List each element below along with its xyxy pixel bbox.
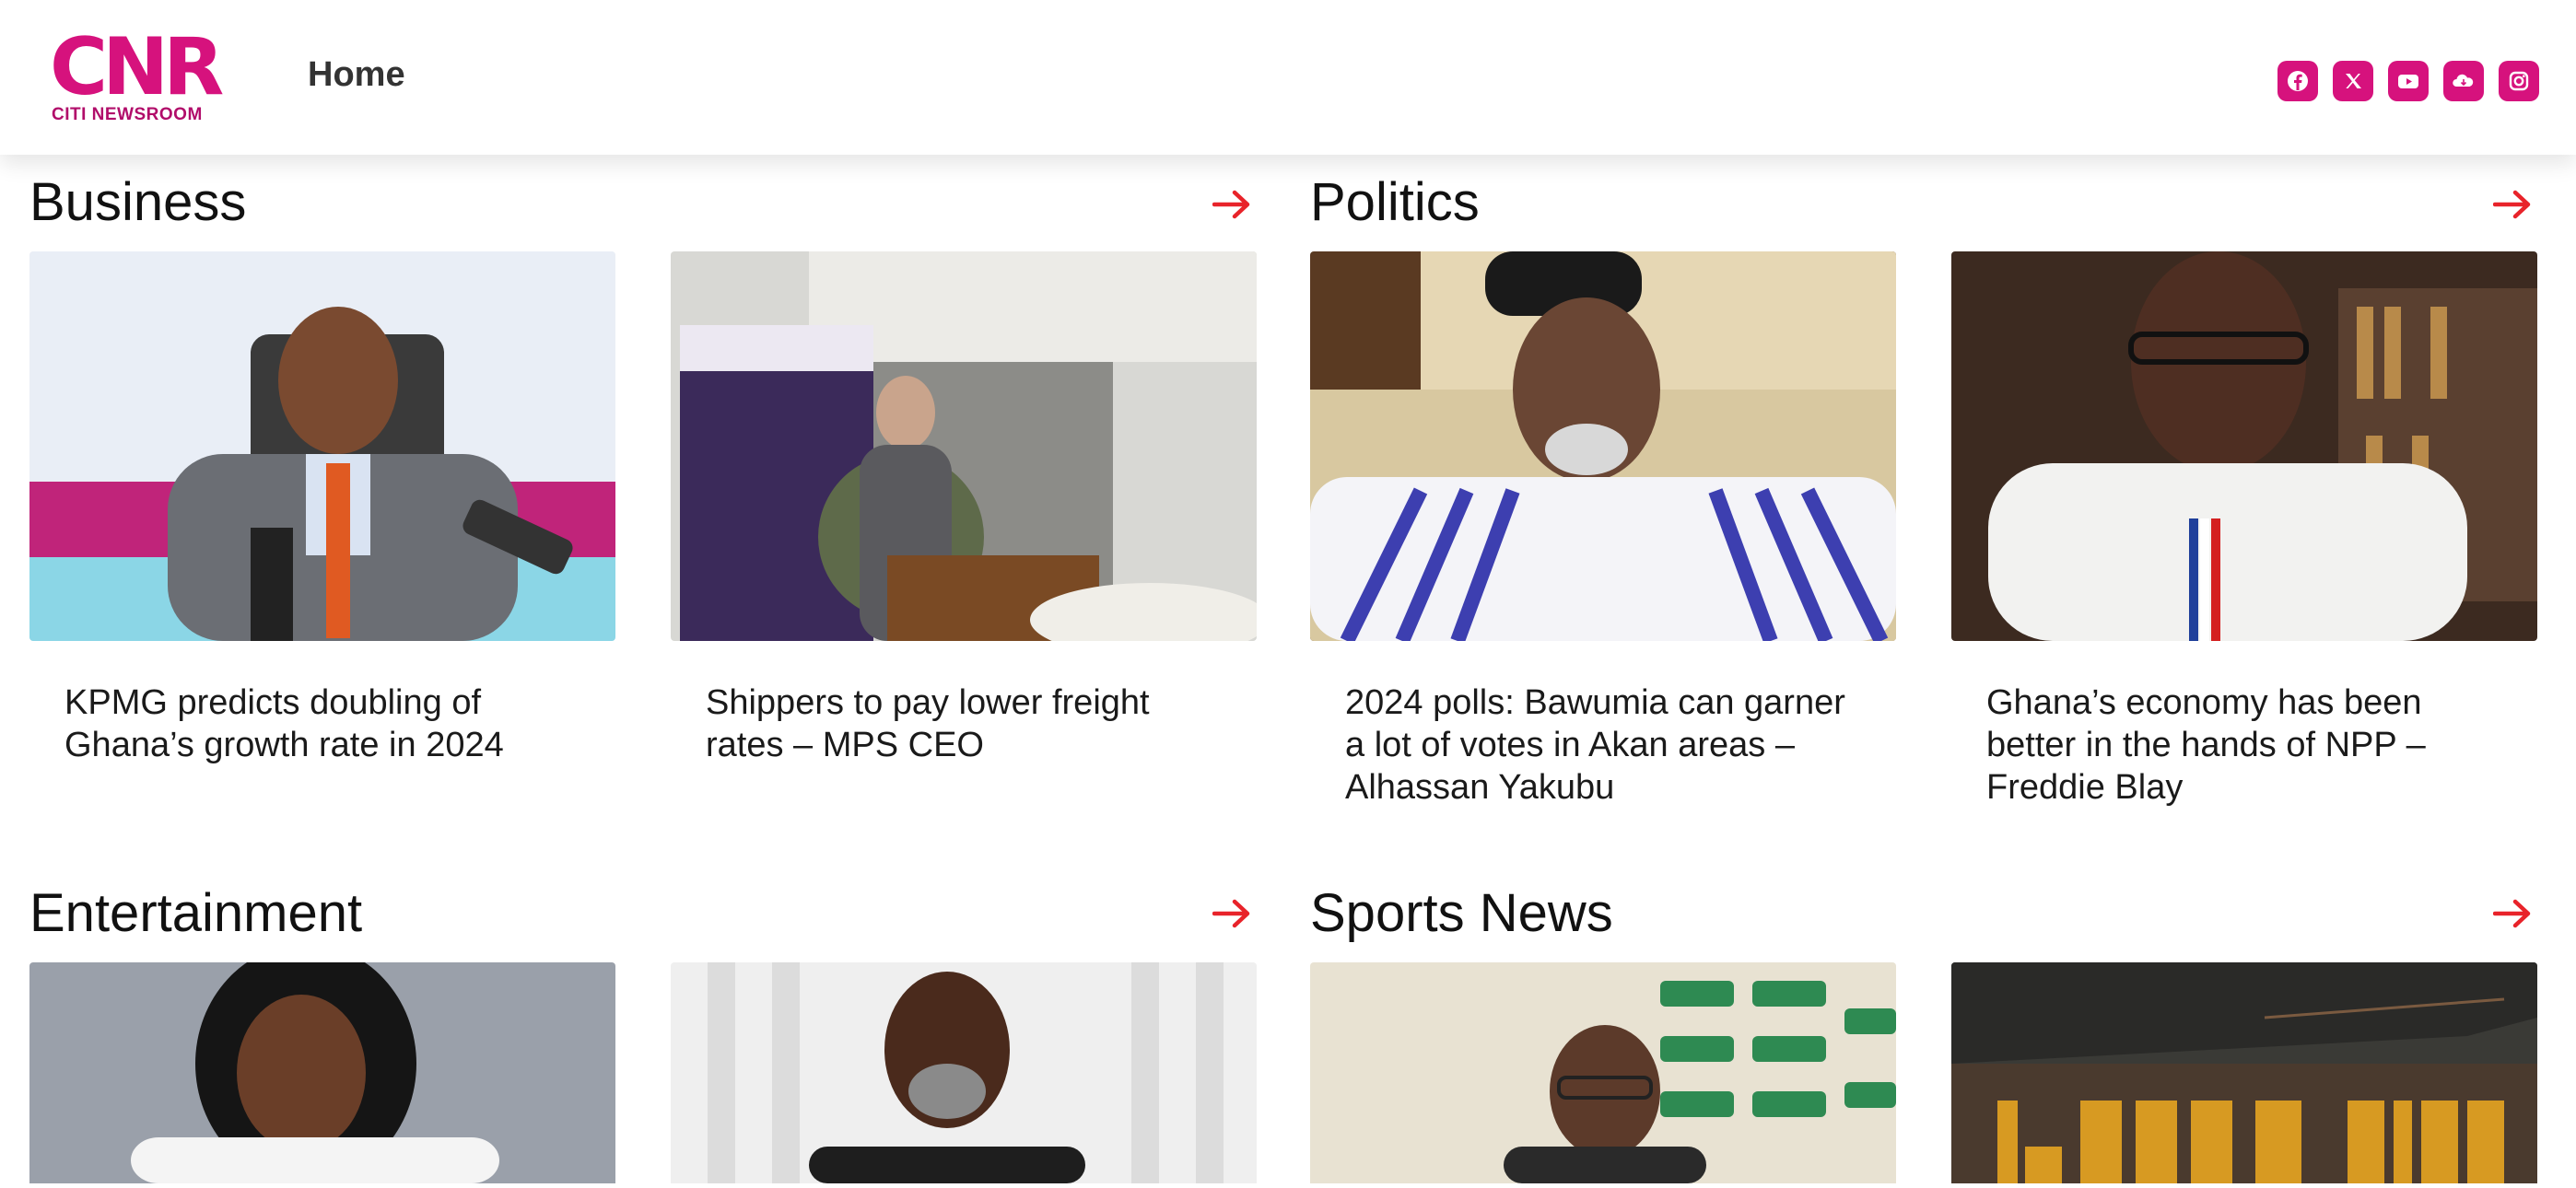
article-image[interactable] (1951, 251, 2537, 641)
article-image[interactable] (671, 251, 1257, 641)
nav-home-link[interactable]: Home (308, 55, 405, 95)
article-card[interactable]: 2024 polls: Bawumia can garner a lot of … (1310, 251, 1896, 809)
article-image[interactable] (671, 962, 1257, 1183)
article-image[interactable] (29, 962, 615, 1183)
section-title-entertainment: Entertainment (29, 883, 363, 943)
soundcloud-icon[interactable] (2443, 61, 2484, 101)
instagram-icon[interactable] (2499, 61, 2539, 101)
article-image[interactable] (1951, 962, 2537, 1183)
logo-subtitle: CITI NEWSROOM (52, 105, 203, 124)
business-more-arrow-icon[interactable] (1212, 188, 1253, 221)
article-card[interactable]: Ghana’s economy has been better in the h… (1951, 251, 2537, 809)
facebook-icon[interactable] (2277, 61, 2318, 101)
logo-mark: CNR (50, 21, 224, 113)
entertainment-more-arrow-icon[interactable] (1212, 897, 1253, 930)
section-title-sports-news: Sports News (1310, 883, 1613, 943)
article-headline[interactable]: 2024 polls: Bawumia can garner a lot of … (1345, 681, 1861, 809)
section-title-business: Business (29, 172, 247, 232)
politics-more-arrow-icon[interactable] (2493, 188, 2534, 221)
article-card[interactable] (1310, 962, 1896, 1183)
social-links (2277, 61, 2539, 101)
article-card[interactable] (1951, 962, 2537, 1183)
site-header: CNR CITI NEWSROOM Home (0, 0, 2576, 155)
x-icon[interactable] (2333, 61, 2373, 101)
youtube-icon[interactable] (2388, 61, 2429, 101)
article-card[interactable] (29, 962, 615, 1183)
article-headline[interactable]: KPMG predicts doubling of Ghana’s growth… (64, 681, 580, 766)
article-image[interactable] (1310, 962, 1896, 1183)
article-headline[interactable]: Shippers to pay lower freight rates – MP… (706, 681, 1222, 766)
article-headline[interactable]: Ghana’s economy has been better in the h… (1986, 681, 2502, 809)
article-image[interactable] (1310, 251, 1896, 641)
article-card[interactable]: KPMG predicts doubling of Ghana’s growth… (29, 251, 615, 766)
article-image[interactable] (29, 251, 615, 641)
article-card[interactable] (671, 962, 1257, 1183)
section-title-politics: Politics (1310, 172, 1480, 232)
sports-news-more-arrow-icon[interactable] (2493, 897, 2534, 930)
citi-newsroom-logo[interactable]: CNR CITI NEWSROOM (50, 28, 234, 127)
article-card[interactable]: Shippers to pay lower freight rates – MP… (671, 251, 1257, 766)
